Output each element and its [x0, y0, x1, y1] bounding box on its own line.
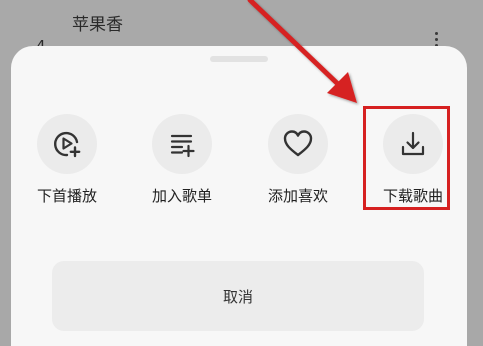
play-next-button[interactable]: 下首播放 [17, 114, 117, 214]
add-to-playlist-label: 加入歌单 [151, 187, 212, 205]
sheet-drag-handle[interactable] [210, 56, 268, 62]
play-next-label: 下首播放 [36, 187, 97, 205]
cancel-button[interactable]: 取消 [52, 261, 424, 331]
add-favorite-label: 添加喜欢 [267, 187, 328, 205]
annotation-highlight-box [363, 106, 450, 210]
add-to-playlist-icon [152, 114, 212, 174]
add-to-playlist-button[interactable]: 加入歌单 [132, 114, 232, 214]
song-title: 苹果香 [72, 15, 123, 35]
add-favorite-button[interactable]: 添加喜欢 [248, 114, 348, 214]
heart-icon [268, 114, 328, 174]
play-next-icon [37, 114, 97, 174]
